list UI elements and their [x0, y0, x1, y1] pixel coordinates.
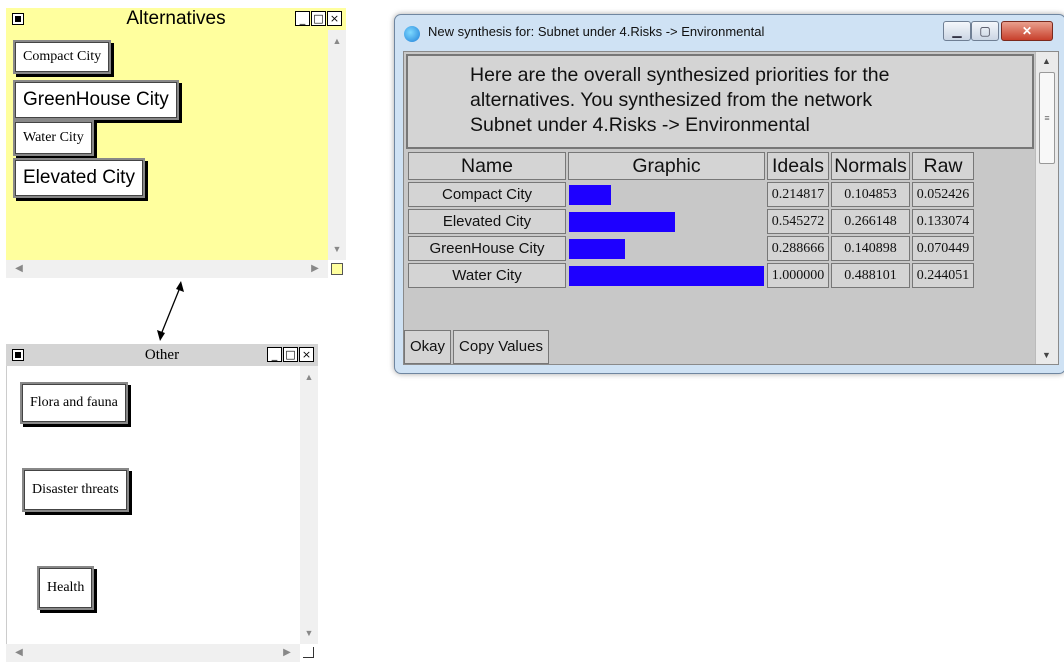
table-row: Elevated City 0.545272 0.266148 0.133074 — [408, 209, 974, 234]
resize-grip-icon — [303, 647, 314, 658]
table-row: GreenHouse City 0.288666 0.140898 0.0704… — [408, 236, 974, 261]
other-title-bar[interactable]: Other _ □ × — [6, 344, 318, 366]
refresh-icon — [404, 26, 420, 42]
scroll-right-icon[interactable]: ▶ — [280, 644, 294, 662]
close-icon[interactable]: × — [327, 11, 342, 26]
alternatives-horizontal-scrollbar[interactable]: ◀ ▶ — [6, 260, 328, 278]
scroll-up-icon[interactable]: ▲ — [1036, 56, 1057, 66]
synthesis-dialog[interactable]: New synthesis for: Subnet under 4.Risks … — [394, 14, 1064, 374]
column-header-name[interactable]: Name — [408, 152, 566, 180]
resize-grip-icon — [331, 263, 343, 275]
alternatives-vertical-scrollbar[interactable]: ▲ ▼ — [328, 30, 346, 260]
row-raw: 0.070449 — [912, 236, 974, 261]
close-icon[interactable]: × — [299, 347, 314, 362]
row-normals: 0.266148 — [831, 209, 910, 234]
scroll-up-icon[interactable]: ▲ — [300, 370, 318, 384]
dialog-vertical-scrollbar[interactable]: ▲ ≡ ▼ — [1035, 52, 1058, 364]
dialog-title-bar[interactable]: New synthesis for: Subnet under 4.Risks … — [395, 15, 1064, 49]
resize-grip[interactable] — [328, 260, 346, 278]
node-disaster-threats[interactable]: Disaster threats — [22, 468, 129, 512]
scroll-down-icon[interactable]: ▼ — [300, 626, 318, 640]
column-header-raw[interactable]: Raw — [912, 152, 974, 180]
other-horizontal-scrollbar[interactable]: ◀ ▶ — [6, 644, 300, 662]
table-row: Compact City 0.214817 0.104853 0.052426 — [408, 182, 974, 207]
node-water-city[interactable]: Water City — [13, 120, 94, 156]
other-vertical-scrollbar[interactable]: ▲ ▼ — [300, 366, 318, 644]
node-flora-and-fauna[interactable]: Flora and fauna — [20, 382, 128, 424]
restore-icon[interactable]: □ — [311, 11, 326, 26]
row-name: Compact City — [408, 182, 566, 207]
priority-bar — [569, 238, 626, 259]
synthesis-message: Here are the overall synthesized priorit… — [406, 54, 1034, 149]
dialog-title: New synthesis for: Subnet under 4.Risks … — [428, 24, 765, 39]
priority-bar — [569, 184, 611, 205]
dialog-content: Here are the overall synthesized priorit… — [403, 51, 1059, 365]
row-raw: 0.133074 — [912, 209, 974, 234]
row-normals: 0.488101 — [831, 263, 910, 288]
results-table: Name Graphic Ideals Normals Raw Compact … — [406, 150, 976, 290]
row-name: Elevated City — [408, 209, 566, 234]
alternatives-cluster-window[interactable]: Alternatives _ □ × Compact City GreenHou… — [6, 8, 346, 278]
column-header-normals[interactable]: Normals — [831, 152, 910, 180]
priority-bar — [569, 265, 764, 286]
system-menu-icon[interactable] — [12, 13, 24, 25]
scroll-down-icon[interactable]: ▼ — [328, 242, 346, 256]
message-line: alternatives. You synthesized from the n… — [470, 89, 873, 111]
minimize-icon[interactable]: _ — [295, 11, 310, 26]
copy-values-button[interactable]: Copy Values — [453, 330, 549, 364]
row-normals: 0.140898 — [831, 236, 910, 261]
message-line: Here are the overall synthesized priorit… — [470, 64, 890, 86]
row-name: Water City — [408, 263, 566, 288]
row-ideals: 0.288666 — [767, 236, 829, 261]
scroll-left-icon[interactable]: ◀ — [12, 260, 26, 278]
row-graphic — [568, 263, 765, 288]
dialog-button-row: Okay Copy Values — [404, 330, 551, 364]
row-graphic — [568, 209, 765, 234]
row-raw: 0.244051 — [912, 263, 974, 288]
row-graphic — [568, 236, 765, 261]
message-line: Subnet under 4.Risks -> Environmental — [470, 114, 810, 136]
row-name: GreenHouse City — [408, 236, 566, 261]
minimize-icon[interactable]: ▁ — [943, 21, 971, 41]
scroll-up-icon[interactable]: ▲ — [328, 34, 346, 48]
scroll-thumb[interactable]: ≡ — [1039, 72, 1055, 164]
okay-button[interactable]: Okay — [404, 330, 452, 364]
minimize-icon[interactable]: _ — [267, 347, 282, 362]
maximize-icon[interactable]: ▢ — [971, 21, 999, 41]
restore-icon[interactable]: □ — [283, 347, 298, 362]
node-elevated-city[interactable]: Elevated City — [13, 158, 145, 198]
node-compact-city[interactable]: Compact City — [13, 40, 112, 74]
priority-bar — [569, 211, 676, 232]
row-ideals: 0.214817 — [767, 182, 829, 207]
close-icon[interactable]: ✕ — [1001, 21, 1053, 41]
alternatives-canvas[interactable]: Compact City GreenHouse City Water City … — [6, 30, 328, 260]
row-normals: 0.104853 — [831, 182, 910, 207]
row-raw: 0.052426 — [912, 182, 974, 207]
table-row: Water City 1.000000 0.488101 0.244051 — [408, 263, 974, 288]
other-canvas[interactable]: Flora and fauna Disaster threats Health — [6, 366, 300, 644]
column-header-graphic[interactable]: Graphic — [568, 152, 765, 180]
table-header-row: Name Graphic Ideals Normals Raw — [408, 152, 974, 180]
system-menu-icon[interactable] — [12, 349, 24, 361]
node-greenhouse-city[interactable]: GreenHouse City — [13, 80, 179, 120]
row-ideals: 0.545272 — [767, 209, 829, 234]
scroll-down-icon[interactable]: ▼ — [1036, 350, 1057, 360]
row-ideals: 1.000000 — [767, 263, 829, 288]
resize-grip[interactable] — [300, 644, 318, 662]
node-health[interactable]: Health — [37, 566, 95, 610]
other-cluster-window[interactable]: Other _ □ × Flora and fauna Disaster thr… — [6, 344, 318, 662]
row-graphic — [568, 182, 765, 207]
alternatives-title-bar[interactable]: Alternatives _ □ × — [6, 8, 346, 30]
column-header-ideals[interactable]: Ideals — [767, 152, 829, 180]
scroll-left-icon[interactable]: ◀ — [12, 644, 26, 662]
scroll-right-icon[interactable]: ▶ — [308, 260, 322, 278]
